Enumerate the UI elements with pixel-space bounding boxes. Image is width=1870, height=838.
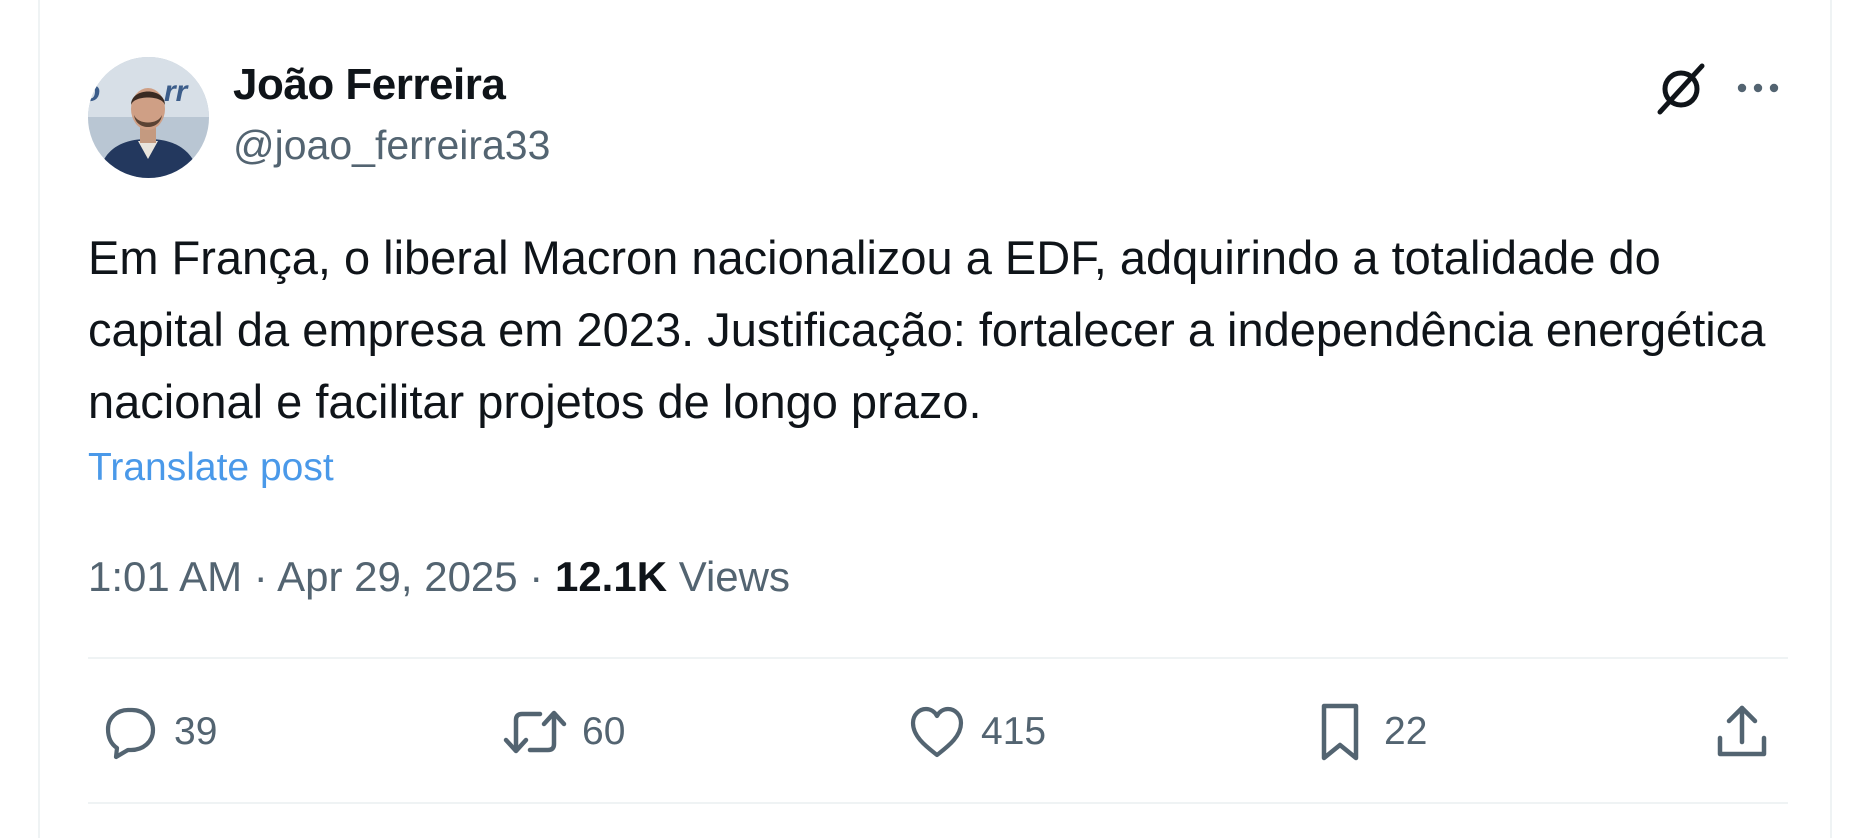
speech-bubble-icon xyxy=(105,707,156,760)
author-display-name[interactable]: João Ferreira xyxy=(233,60,506,110)
meta-separator: · xyxy=(242,553,278,600)
share-button[interactable] xyxy=(1712,700,1772,764)
translate-post-link[interactable]: Translate post xyxy=(88,446,334,490)
reply-button[interactable]: 39 xyxy=(100,700,217,764)
share-upload-icon xyxy=(1717,705,1767,757)
grok-icon[interactable] xyxy=(1650,58,1712,120)
views-label: Views xyxy=(678,553,790,600)
repost-button[interactable]: 60 xyxy=(502,700,625,764)
heart-icon xyxy=(910,706,964,758)
repost-count: 60 xyxy=(582,710,626,753)
like-count: 415 xyxy=(981,710,1047,753)
post-meta: 1:01 AM · Apr 29, 2025 · 12.1K Views xyxy=(88,553,790,601)
repost-arrows-icon xyxy=(503,710,567,754)
reply-count: 39 xyxy=(174,710,218,753)
views-count: 12.1K xyxy=(554,553,668,600)
meta-separator: · xyxy=(517,553,555,600)
like-button[interactable]: 415 xyxy=(907,700,1046,764)
bookmark-icon xyxy=(1321,703,1359,761)
author-handle[interactable]: @joao_ferreira33 xyxy=(233,122,550,169)
avatar-image: o rr xyxy=(88,57,209,178)
post-time[interactable]: 1:01 AM xyxy=(88,553,242,600)
more-horizontal-icon[interactable] xyxy=(1733,68,1783,108)
svg-text:rr: rr xyxy=(164,75,190,108)
divider xyxy=(88,802,1788,804)
post-text: Em França, o liberal Macron nacionalizou… xyxy=(88,231,1766,428)
post-date[interactable]: Apr 29, 2025 xyxy=(277,553,518,600)
bookmark-button[interactable]: 22 xyxy=(1310,700,1427,764)
divider xyxy=(88,657,1788,659)
avatar[interactable]: o rr xyxy=(88,57,209,178)
bookmark-count: 22 xyxy=(1384,710,1428,753)
